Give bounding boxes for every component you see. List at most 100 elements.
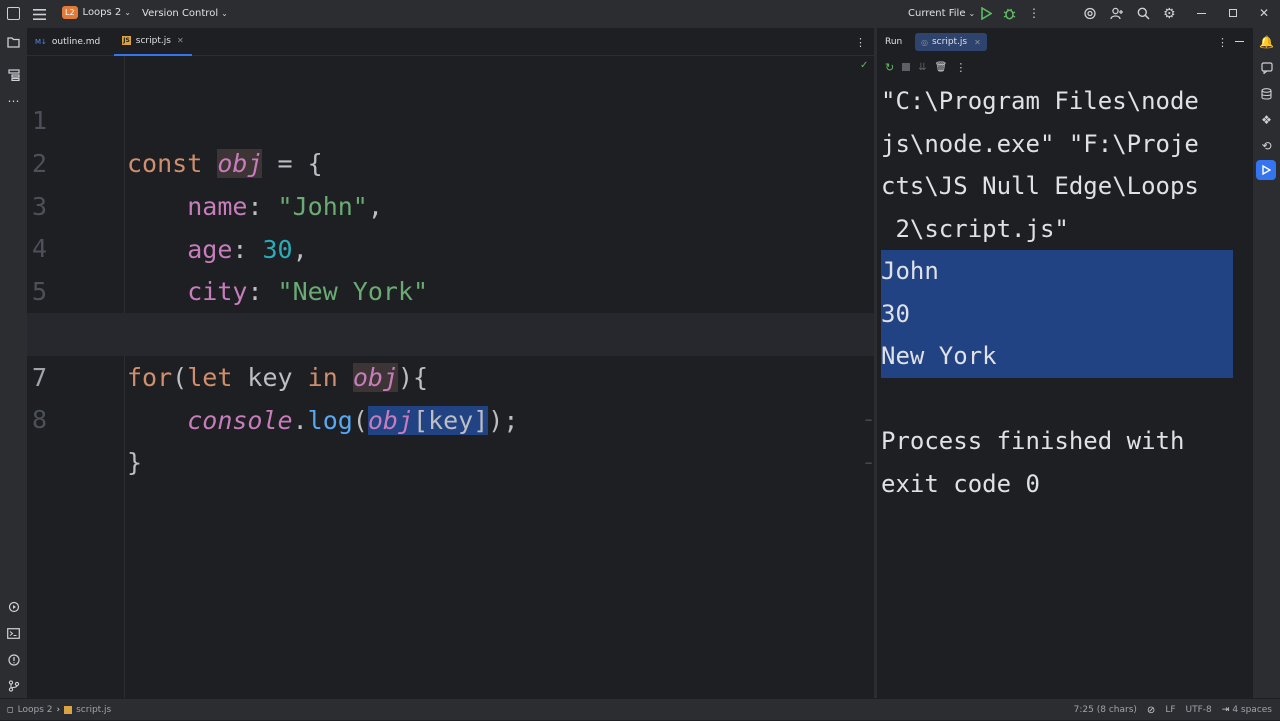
code-line: 3 age: 30, — [27, 142, 874, 264]
breadcrumb-file[interactable]: script.js — [76, 705, 111, 715]
minimize-icon[interactable] — [1197, 13, 1206, 14]
run-panel: Run ◎ script.js ✕ ⋮ ↻ ⇊ 🗑 ⋮ "C:\Program … — [877, 28, 1253, 698]
tab-label: script.js — [931, 37, 968, 47]
run-tool-icon[interactable] — [1256, 160, 1276, 180]
status-bar: ◻ Loops 2 › script.js 7:25 (8 chars) ⊘ L… — [0, 698, 1280, 720]
plugins-icon[interactable]: ❖ — [1253, 107, 1280, 133]
editor-tab-bar: M↓ outline.md JS script.js ✕ ⋮ — [27, 28, 874, 56]
run-icon[interactable] — [980, 7, 992, 20]
code-line: 5 }; — [27, 227, 874, 349]
app-logo-icon — [7, 7, 20, 20]
main-menu-icon[interactable] — [32, 6, 46, 22]
scroll-to-end-icon[interactable]: ⇊ — [918, 62, 926, 73]
code-line: 6 for(let key in obj){ − — [27, 270, 874, 427]
markdown-file-icon: M↓ — [35, 37, 47, 46]
stop-icon[interactable] — [902, 63, 911, 71]
breadcrumb-project[interactable]: Loops 2 — [18, 705, 53, 715]
run-config-selector[interactable]: Current File ⌄ — [908, 8, 975, 19]
services-icon[interactable] — [0, 594, 27, 620]
tab-options-icon[interactable]: ⋮ — [855, 36, 866, 49]
title-bar: L2 Loops 2 ⌄ Version Control ⌄ Current F… — [0, 0, 1280, 28]
add-user-icon[interactable] — [1110, 7, 1124, 20]
run-panel-title: Run — [885, 37, 903, 47]
maximize-icon[interactable] — [1229, 9, 1237, 17]
ai-assistant-icon[interactable] — [1083, 7, 1097, 20]
javascript-file-icon: JS — [122, 36, 131, 45]
problems-icon[interactable] — [0, 647, 27, 673]
readonly-toggle-icon[interactable]: ⊘ — [1147, 705, 1155, 716]
version-control-label: Version Control — [142, 8, 219, 19]
console-line: Process finished with — [881, 427, 1185, 455]
console-line-selected: 30 — [881, 292, 1233, 335]
version-control-menu[interactable]: Version Control ⌄ — [142, 8, 228, 19]
project-badge: L2 — [62, 6, 78, 19]
line-separator[interactable]: LF — [1165, 705, 1175, 715]
run-config-label: Current File — [908, 8, 966, 19]
code-line: 1 const obj = { — [27, 56, 874, 178]
run-panel-header: Run ◎ script.js ✕ ⋮ — [877, 28, 1253, 56]
more-actions-icon[interactable]: ⋮ — [1028, 6, 1040, 20]
run-toolbar: ↻ ⇊ 🗑 ⋮ — [877, 56, 1253, 78]
ai-chat-icon[interactable] — [1253, 55, 1280, 81]
console-line-selected: John — [881, 250, 1233, 293]
gear-icon[interactable]: ⚙ — [1163, 6, 1176, 22]
debug-icon[interactable] — [1003, 7, 1016, 20]
project-name: Loops 2 — [82, 7, 122, 18]
fold-marker-icon[interactable]: − — [865, 442, 872, 485]
console-line: "C:\Program Files\node — [881, 87, 1199, 115]
code-line: 8 } — [27, 355, 874, 477]
database-icon[interactable] — [1253, 81, 1280, 107]
code-line-current: 7 console.log(obj[key]); − — [27, 313, 874, 470]
chevron-down-icon: ⌄ — [968, 9, 976, 18]
fold-marker-icon[interactable]: − — [865, 399, 872, 442]
close-tab-icon[interactable]: ✕ — [177, 36, 184, 45]
console-line: 2\script.js" — [881, 214, 1069, 243]
file-encoding[interactable]: UTF-8 — [1186, 705, 1212, 715]
code-editor[interactable]: ✓ 1 const obj = { 2 name: "John", 3 age:… — [27, 56, 874, 698]
panel-options-icon[interactable]: ⋮ — [1217, 36, 1228, 49]
console-output[interactable]: "C:\Program Files\node js\node.exe" "F:\… — [881, 80, 1233, 505]
module-icon: ◻ — [7, 705, 14, 714]
hide-panel-icon[interactable] — [1235, 41, 1244, 42]
terminal-icon[interactable] — [0, 620, 27, 646]
history-icon[interactable]: ⟲ — [1253, 133, 1280, 159]
console-line: exit code 0 — [881, 469, 1040, 498]
caret-position[interactable]: 7:25 (8 chars) — [1074, 705, 1137, 715]
line-number: 8 — [31, 405, 47, 434]
tab-outline-md[interactable]: M↓ outline.md — [27, 28, 108, 56]
right-tool-bar: 🔔 ❖ ⟲ — [1253, 28, 1280, 698]
project-switcher[interactable]: L2 Loops 2 ⌄ — [62, 6, 131, 19]
tab-script-js[interactable]: JS script.js ✕ — [114, 28, 192, 56]
code-line: 2 name: "John", — [27, 99, 874, 221]
more-tools-icon[interactable]: ⋯ — [0, 88, 27, 114]
breadcrumb: ◻ Loops 2 › script.js — [7, 705, 111, 715]
close-tab-icon[interactable]: ✕ — [974, 38, 981, 47]
code-line: 4 city: "New York" — [27, 184, 874, 306]
notifications-icon[interactable]: 🔔 — [1253, 29, 1280, 55]
structure-icon[interactable] — [0, 62, 27, 88]
indent-setting[interactable]: ⇥ 4 spaces — [1222, 705, 1272, 715]
tab-run-script-js[interactable]: ◎ script.js ✕ — [915, 33, 987, 51]
chevron-right-icon: › — [56, 704, 61, 715]
trash-icon[interactable]: 🗑 — [935, 62, 948, 73]
indent-icon: ⇥ — [1221, 705, 1230, 715]
tab-label: outline.md — [51, 36, 101, 47]
more-actions-icon[interactable]: ⋮ — [955, 61, 966, 74]
folder-icon[interactable] — [0, 29, 27, 55]
nodejs-icon: ◎ — [921, 37, 928, 47]
chevron-down-icon: ⌄ — [124, 8, 131, 17]
selected-text: [key] — [413, 406, 489, 435]
console-line: js\node.exe" "F:\Proje — [881, 129, 1199, 158]
javascript-file-icon — [64, 705, 73, 714]
rerun-icon[interactable]: ↻ — [885, 61, 894, 74]
close-icon[interactable]: ✕ — [1259, 6, 1269, 20]
tab-label: script.js — [135, 35, 171, 46]
git-icon[interactable] — [0, 673, 27, 699]
chevron-down-icon: ⌄ — [221, 9, 228, 18]
search-icon[interactable] — [1137, 7, 1150, 20]
console-line: cts\JS Null Edge\Loops — [881, 172, 1199, 200]
left-tool-bar: ⋯ — [0, 28, 27, 698]
console-line-selected: New York — [881, 335, 1233, 378]
indent-label: 4 spaces — [1232, 705, 1272, 715]
